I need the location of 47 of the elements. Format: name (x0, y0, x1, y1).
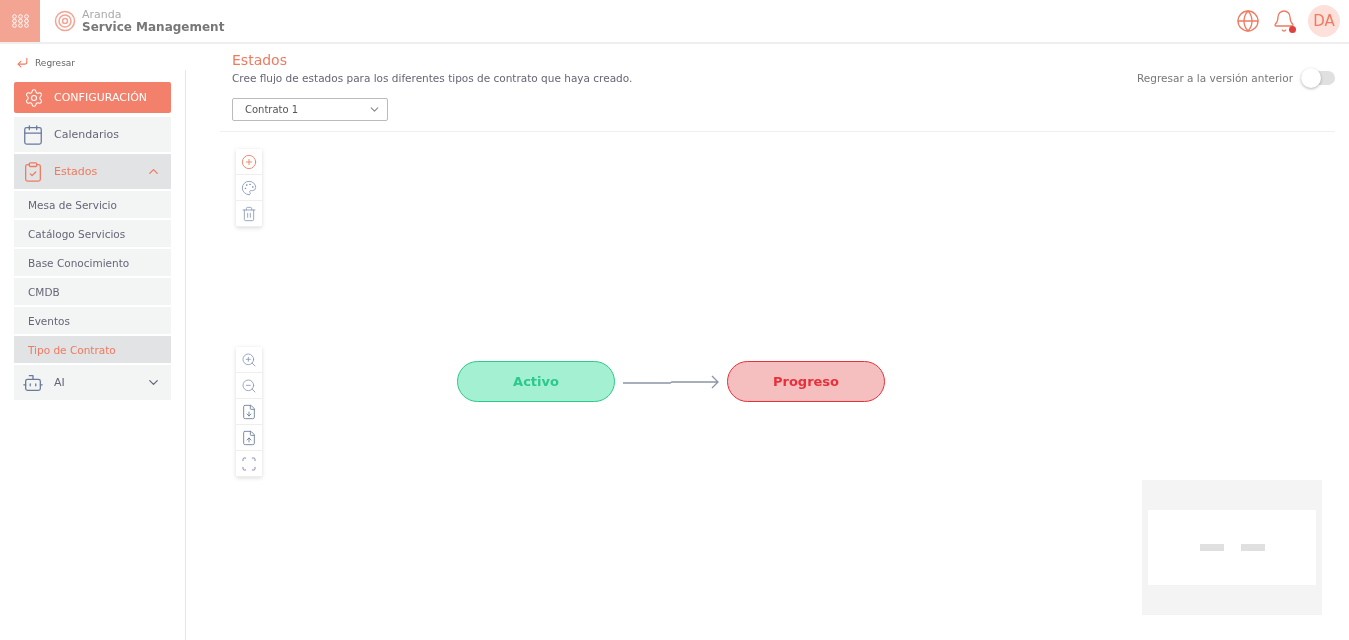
sidebar-subitem[interactable]: Eventos (14, 307, 171, 334)
plus-icon (241, 153, 257, 170)
sidebar-subitem[interactable]: Mesa de Servicio (14, 191, 171, 218)
minimap[interactable] (1142, 480, 1322, 615)
palette-button[interactable] (236, 175, 262, 201)
trash-icon (241, 205, 257, 222)
states-icon (22, 160, 44, 183)
zoom-in-button[interactable] (236, 347, 262, 373)
zoom-out-icon (241, 377, 257, 394)
toggle-label: Regresar a la versión anterior (1137, 72, 1293, 84)
page-subtitle: Cree flujo de estados para los diferentes tipos de contrato que haya creado. (232, 72, 633, 84)
state-node: Progreso (727, 361, 885, 402)
page-title: Estados (232, 52, 288, 68)
bell-icon (1272, 9, 1296, 33)
settings-icon (24, 87, 44, 108)
version-toggle[interactable] (1301, 71, 1335, 85)
sidebar-subitem[interactable]: Base Conocimiento (14, 249, 171, 276)
spiral-logo-icon (54, 10, 76, 32)
palette-icon (241, 179, 257, 196)
back-link[interactable]: Regresar (16, 56, 76, 69)
language-button[interactable] (1236, 9, 1260, 33)
fit-view-button[interactable] (236, 451, 262, 477)
add-button[interactable] (236, 149, 262, 175)
apps-grid-button[interactable] (0, 0, 40, 42)
delete-button[interactable] (236, 201, 262, 227)
fit-view-icon (241, 455, 257, 472)
grid-icon (11, 14, 29, 28)
notifications-button[interactable] (1272, 9, 1296, 33)
file-download-icon (241, 403, 257, 420)
contract-select[interactable]: Contrato 1 (232, 98, 388, 121)
zoom-out-button[interactable] (236, 373, 262, 399)
state-node: Activo (457, 361, 615, 402)
minimap-node (1240, 544, 1265, 551)
file-upload-button[interactable] (236, 425, 262, 451)
file-upload-icon (241, 429, 257, 446)
brand-product: Service Management (82, 21, 225, 34)
calendar-icon (22, 123, 44, 146)
file-download-button[interactable] (236, 399, 262, 425)
zoom-in-icon (241, 351, 257, 368)
minimap-node (1199, 544, 1224, 551)
sidebar-item[interactable]: Calendarios (14, 117, 171, 152)
back-arrow-icon (16, 56, 29, 69)
sidebar-subitem[interactable]: Catálogo Servicios (14, 220, 171, 247)
sidebar-subitem[interactable]: CMDB (14, 278, 171, 305)
sidebar-item[interactable]: AI (14, 365, 171, 400)
globe-icon (1236, 9, 1260, 33)
brand-name: Aranda (82, 8, 123, 21)
